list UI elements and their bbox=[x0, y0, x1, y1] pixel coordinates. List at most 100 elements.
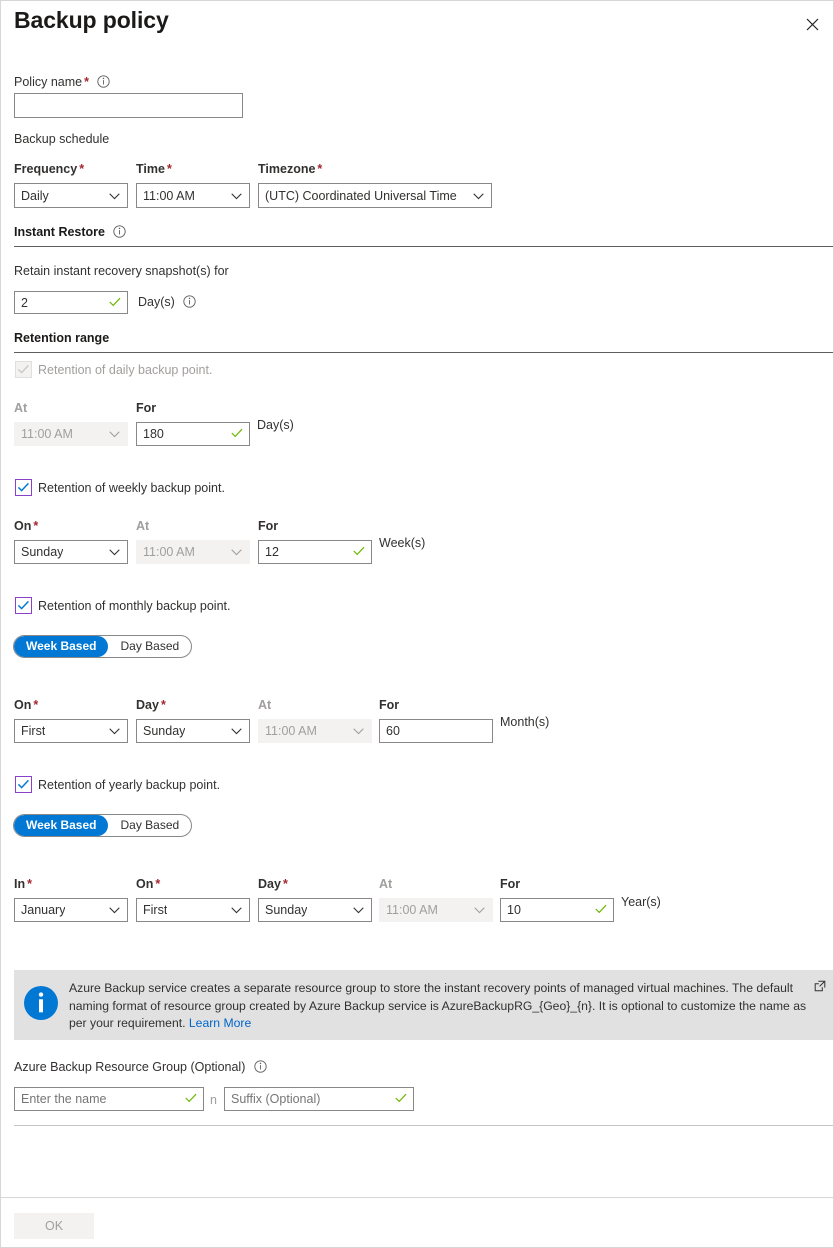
monthly-day-select[interactable]: Sunday bbox=[136, 719, 250, 743]
retention-range-heading: Retention range bbox=[14, 331, 109, 345]
resource-group-separator: n bbox=[210, 1092, 217, 1108]
weekly-for-input[interactable]: 12 bbox=[258, 540, 372, 564]
monthly-retention-checkbox[interactable] bbox=[15, 597, 32, 614]
chevron-down-icon bbox=[109, 724, 120, 738]
monthly-on-label: On* bbox=[14, 697, 38, 713]
daily-for-label: For bbox=[136, 400, 156, 416]
weekly-for-unit: Week(s) bbox=[379, 535, 425, 551]
external-link-icon[interactable] bbox=[814, 979, 826, 997]
daily-at-select: 11:00 AM bbox=[14, 422, 128, 446]
yearly-on-select[interactable]: First bbox=[136, 898, 250, 922]
chevron-down-icon bbox=[353, 903, 364, 917]
weekly-on-label: On* bbox=[14, 518, 38, 534]
retain-snapshot-unit: Day(s) bbox=[138, 294, 196, 312]
monthly-at-select: 11:00 AM bbox=[258, 719, 372, 743]
yearly-in-label: In* bbox=[14, 876, 32, 892]
bottom-divider bbox=[14, 1125, 834, 1126]
info-banner: Azure Backup service creates a separate … bbox=[14, 970, 834, 1040]
policy-name-label: Policy name* bbox=[14, 74, 110, 92]
monthly-on-select[interactable]: First bbox=[14, 719, 128, 743]
resource-group-suffix-input[interactable]: Suffix (Optional) bbox=[224, 1087, 414, 1111]
valid-check-icon bbox=[595, 903, 607, 917]
yearly-for-unit: Year(s) bbox=[621, 894, 661, 910]
info-icon[interactable] bbox=[183, 295, 196, 312]
timezone-select[interactable]: (UTC) Coordinated Universal Time bbox=[258, 183, 492, 208]
backup-policy-blade: Backup policy Policy name* Backup schedu… bbox=[0, 0, 834, 1248]
close-button[interactable] bbox=[797, 9, 827, 39]
policy-name-input[interactable] bbox=[14, 93, 243, 118]
yearly-basis-option-week[interactable]: Week Based bbox=[14, 815, 108, 836]
resource-group-name-input[interactable]: Enter the name bbox=[14, 1087, 204, 1111]
valid-check-icon bbox=[185, 1092, 197, 1106]
yearly-on-label: On* bbox=[136, 876, 160, 892]
info-icon[interactable] bbox=[254, 1060, 267, 1077]
chevron-down-icon bbox=[109, 545, 120, 559]
retain-snapshot-label: Retain instant recovery snapshot(s) for bbox=[14, 263, 229, 279]
weekly-at-label: At bbox=[136, 518, 149, 534]
chevron-down-icon bbox=[109, 189, 120, 203]
footer-divider bbox=[1, 1197, 834, 1198]
yearly-retention-label: Retention of yearly backup point. bbox=[38, 777, 220, 793]
backup-schedule-label: Backup schedule bbox=[14, 131, 109, 147]
monthly-for-label: For bbox=[379, 697, 399, 713]
retain-snapshot-input[interactable]: 2 bbox=[14, 291, 128, 314]
monthly-basis-option-day[interactable]: Day Based bbox=[108, 636, 191, 657]
blade-header: Backup policy bbox=[1, 1, 834, 49]
weekly-retention-label: Retention of weekly backup point. bbox=[38, 480, 225, 496]
yearly-basis-option-day[interactable]: Day Based bbox=[108, 815, 191, 836]
resource-group-label: Azure Backup Resource Group (Optional) bbox=[14, 1059, 267, 1077]
time-select[interactable]: 11:00 AM bbox=[136, 183, 250, 208]
yearly-day-select[interactable]: Sunday bbox=[258, 898, 372, 922]
learn-more-link[interactable]: Learn More bbox=[189, 1016, 251, 1030]
valid-check-icon bbox=[109, 296, 121, 310]
monthly-basis-option-week[interactable]: Week Based bbox=[14, 636, 108, 657]
yearly-in-select[interactable]: January bbox=[14, 898, 128, 922]
weekly-for-label: For bbox=[258, 518, 278, 534]
monthly-at-label: At bbox=[258, 697, 271, 713]
monthly-for-input[interactable]: 60 bbox=[379, 719, 493, 743]
resource-group-name-placeholder: Enter the name bbox=[21, 1092, 106, 1106]
frequency-select[interactable]: Daily bbox=[14, 183, 128, 208]
monthly-retention-label: Retention of monthly backup point. bbox=[38, 598, 230, 614]
valid-check-icon bbox=[395, 1092, 407, 1106]
daily-retention-label: Retention of daily backup point. bbox=[38, 362, 212, 378]
info-icon[interactable] bbox=[97, 75, 110, 92]
chevron-down-icon bbox=[109, 427, 120, 441]
valid-check-icon bbox=[353, 545, 365, 559]
valid-check-icon bbox=[231, 427, 243, 441]
weekly-retention-checkbox[interactable] bbox=[15, 479, 32, 496]
yearly-day-label: Day* bbox=[258, 876, 288, 892]
yearly-for-input[interactable]: 10 bbox=[500, 898, 614, 922]
yearly-at-select: 11:00 AM bbox=[379, 898, 493, 922]
daily-for-unit: Day(s) bbox=[257, 417, 294, 433]
weekly-on-select[interactable]: Sunday bbox=[14, 540, 128, 564]
banner-icon-cell bbox=[14, 970, 67, 1040]
chevron-down-icon bbox=[474, 903, 485, 917]
retention-range-divider bbox=[14, 352, 834, 353]
info-icon[interactable] bbox=[113, 225, 126, 241]
chevron-down-icon bbox=[473, 189, 484, 203]
chevron-down-icon bbox=[231, 545, 242, 559]
timezone-label: Timezone* bbox=[258, 161, 322, 177]
yearly-basis-toggle[interactable]: Week Based Day Based bbox=[13, 814, 192, 837]
resource-group-suffix-placeholder: Suffix (Optional) bbox=[231, 1092, 320, 1106]
yearly-for-label: For bbox=[500, 876, 520, 892]
yearly-retention-checkbox[interactable] bbox=[15, 776, 32, 793]
frequency-label: Frequency* bbox=[14, 161, 84, 177]
chevron-down-icon bbox=[353, 724, 364, 738]
monthly-basis-toggle[interactable]: Week Based Day Based bbox=[13, 635, 192, 658]
monthly-for-unit: Month(s) bbox=[500, 714, 549, 730]
banner-text: Azure Backup service creates a separate … bbox=[67, 970, 834, 1040]
chevron-down-icon bbox=[231, 189, 242, 203]
daily-at-label: At bbox=[14, 400, 27, 416]
ok-button[interactable]: OK bbox=[14, 1213, 94, 1239]
monthly-day-label: Day* bbox=[136, 697, 166, 713]
daily-for-input[interactable]: 180 bbox=[136, 422, 250, 446]
yearly-at-label: At bbox=[379, 876, 392, 892]
instant-restore-divider bbox=[14, 246, 834, 247]
daily-retention-checkbox bbox=[15, 361, 32, 378]
close-icon bbox=[806, 18, 819, 31]
time-label: Time* bbox=[136, 161, 172, 177]
instant-restore-heading: Instant Restore bbox=[14, 225, 126, 241]
chevron-down-icon bbox=[231, 724, 242, 738]
